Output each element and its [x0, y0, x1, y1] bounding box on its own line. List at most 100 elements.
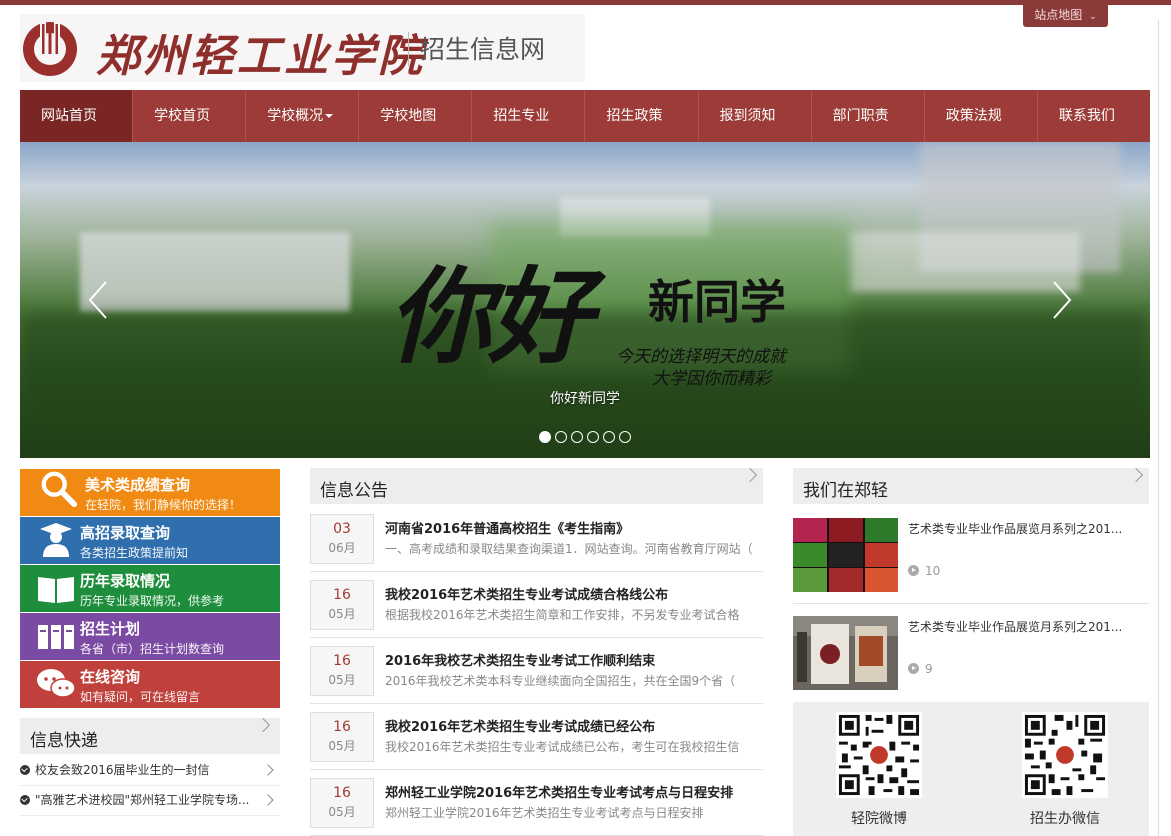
school-emblem-icon	[23, 20, 77, 76]
list-item[interactable]: 校友会致2016届毕业生的一封信	[20, 756, 280, 786]
hero-carousel[interactable]: 你好 新同学 今天的选择明天的成就 大学因你而精彩 你好新同学	[20, 142, 1150, 458]
notice-summary: 2016年我校艺术类本科专业继续面向全国招生，共在全国9个省（	[385, 674, 736, 688]
date-day: 16	[333, 719, 351, 735]
divider	[793, 603, 1149, 604]
qr-panel: 轻院微博 招生办微信	[793, 702, 1149, 836]
nav-item-registration[interactable]: 报到须知	[699, 90, 812, 142]
nav-label: 报到须知	[719, 108, 776, 124]
nav-item-departments[interactable]: 部门职责	[812, 90, 925, 142]
notice-summary: 我校2016年艺术类招生专业考试成绩已公布，考生可在我校招生信	[385, 740, 740, 754]
campus-item[interactable]: 艺术类专业毕业作品展览月系列之201... 10	[793, 518, 1149, 610]
banner-bg-building	[850, 232, 1080, 292]
view-count: 10	[908, 564, 940, 578]
nav-item-home[interactable]: 网站首页	[20, 90, 134, 142]
quick-link-subtitle: 各类招生政策提前知	[80, 546, 189, 560]
view-count-value: 10	[925, 564, 941, 578]
wechat-qr-code[interactable]	[1022, 712, 1108, 798]
quick-link-title: 美术类成绩查询	[85, 476, 191, 494]
carousel-dot[interactable]	[555, 431, 567, 443]
carousel-dot[interactable]	[539, 431, 551, 443]
weibo-qr-code[interactable]	[836, 712, 922, 798]
campus-photo[interactable]	[793, 616, 898, 690]
chevron-right-icon[interactable]	[1128, 467, 1144, 483]
date-day: 16	[333, 785, 351, 801]
main-nav: 网站首页 学校首页 学校概况 学校地图 招生专业 招生政策 报到须知 部门职责 …	[20, 90, 1150, 142]
date-badge: 16 05月	[310, 778, 374, 828]
play-icon	[908, 565, 919, 576]
date-badge: 16 05月	[310, 646, 374, 696]
nav-label: 学校地图	[380, 108, 437, 124]
date-month: 05月	[328, 673, 356, 687]
chat-icon	[37, 669, 76, 698]
quick-link-subtitle: 各省（市）招生计划数查询	[80, 642, 225, 656]
book-icon	[38, 577, 74, 603]
slide-caption: 你好新同学	[550, 391, 620, 407]
files-icon	[38, 625, 74, 649]
notice-item[interactable]: 16 05月 2016年我校艺术类招生专业考试工作顺利结束 2016年我校艺术类本…	[310, 638, 763, 704]
quick-link-history[interactable]: 历年录取情况 历年专业录取情况，供参考	[20, 565, 280, 612]
notice-title[interactable]: 我校2016年艺术类招生专业考试成绩合格线公布	[385, 584, 668, 603]
quick-link-plan[interactable]: 招生计划 各省（市）招生计划数查询	[20, 613, 280, 660]
date-month: 05月	[328, 739, 356, 753]
date-badge: 16 05月	[310, 712, 374, 762]
quick-link-art-scores[interactable]: 美术类成绩查询 在轻院，我们静候你的选择！	[20, 469, 280, 516]
chevron-down-icon: ⌄	[1089, 12, 1097, 22]
campus-item[interactable]: 艺术类专业毕业作品展览月系列之201... 9	[793, 616, 1149, 708]
nav-item-policy[interactable]: 招生政策	[585, 90, 699, 142]
list-item[interactable]: "高雅艺术进校园"郑州轻工业学院专场...	[20, 786, 280, 816]
nav-label: 部门职责	[832, 108, 889, 124]
notices-header: 信息公告	[310, 467, 763, 504]
notice-summary: 郑州轻工业学院2016年艺术类招生专业考试考点与日程安排	[385, 806, 704, 820]
chevron-right-icon[interactable]	[255, 717, 271, 733]
notice-title[interactable]: 2016年我校艺术类招生专业考试工作顺利结束	[385, 650, 655, 669]
notice-item[interactable]: 16 05月 郑州轻工业学院2016年艺术类招生专业考试考点与日程安排 郑州轻工业…	[310, 770, 763, 836]
nav-item-majors[interactable]: 招生专业	[472, 90, 586, 142]
campus-photo[interactable]	[793, 518, 898, 592]
chevron-right-icon[interactable]	[1050, 280, 1074, 320]
play-icon	[908, 663, 919, 674]
notice-item[interactable]: 16 05月 我校2016年艺术类招生专业考试成绩已经公布 我校2016年艺术类招…	[310, 704, 763, 770]
quick-link-subtitle: 在轻院，我们静候你的选择！	[85, 498, 242, 512]
nav-item-overview[interactable]: 学校概况	[246, 90, 360, 142]
date-day: 16	[333, 653, 351, 669]
site-logo[interactable]: 郑州轻工业学院 招生信息网	[20, 14, 585, 82]
campus-item-title[interactable]: 艺术类专业毕业作品展览月系列之201...	[908, 618, 1138, 635]
notice-title[interactable]: 郑州轻工业学院2016年艺术类招生专业考试考点与日程安排	[385, 782, 733, 801]
notice-summary: 一、高考成绩和录取结果查询渠道1．网站查询。河南省教育厅网站（	[385, 542, 753, 556]
notice-title[interactable]: 河南省2016年普通高校招生《考生指南》	[385, 518, 629, 537]
page-edge-line	[1158, 20, 1159, 836]
banner-headline: 你好	[388, 255, 592, 378]
notice-item[interactable]: 16 05月 我校2016年艺术类招生专业考试成绩合格线公布 根据我校2016年艺…	[310, 572, 763, 638]
banner-slogan: 大学因你而精彩	[652, 369, 771, 389]
top-accent-bar	[0, 0, 1171, 5]
chevron-left-icon[interactable]	[86, 280, 110, 320]
chevron-right-icon[interactable]	[742, 467, 758, 483]
quick-link-consult[interactable]: 在线咨询 如有疑问，可在线留言	[20, 661, 280, 708]
express-news-list: 校友会致2016届毕业生的一封信 "高雅艺术进校园"郑州轻工业学院专场...	[20, 756, 280, 816]
list-item-text: 校友会致2016届毕业生的一封信	[35, 763, 210, 777]
nav-item-regulations[interactable]: 政策法规	[925, 90, 1038, 142]
nav-item-school-home[interactable]: 学校首页	[133, 90, 247, 142]
date-month: 06月	[328, 541, 356, 555]
carousel-dot[interactable]	[603, 431, 615, 443]
quick-link-admission-query[interactable]: 高招录取查询 各类招生政策提前知	[20, 517, 280, 564]
notice-item[interactable]: 03 06月 河南省2016年普通高校招生《考生指南》 一、高考成绩和录取结果查询…	[310, 506, 763, 572]
carousel-dot[interactable]	[619, 431, 631, 443]
nav-label: 学校概况	[267, 108, 324, 124]
notice-title[interactable]: 我校2016年艺术类招生专业考试成绩已经公布	[385, 716, 655, 735]
nav-item-contact[interactable]: 联系我们	[1038, 90, 1150, 142]
quick-link-title: 高招录取查询	[80, 524, 171, 542]
nav-label: 网站首页	[41, 108, 97, 124]
sitemap-button[interactable]: 站点地图 ⌄	[1023, 3, 1108, 27]
notices-list: 03 06月 河南省2016年普通高校招生《考生指南》 一、高考成绩和录取结果查询…	[310, 506, 763, 836]
chevron-right-icon	[262, 794, 274, 806]
date-badge: 03 06月	[310, 514, 374, 564]
nav-item-map[interactable]: 学校地图	[359, 90, 473, 142]
section-title: 信息公告	[320, 481, 388, 501]
school-name: 郑州轻工业学院	[96, 31, 425, 82]
carousel-dot[interactable]	[571, 431, 583, 443]
section-title: 我们在郑轻	[803, 481, 888, 501]
wechat-qr-label: 招生办微信	[1030, 811, 1100, 827]
carousel-dot[interactable]	[587, 431, 599, 443]
campus-item-title[interactable]: 艺术类专业毕业作品展览月系列之201...	[908, 520, 1138, 537]
